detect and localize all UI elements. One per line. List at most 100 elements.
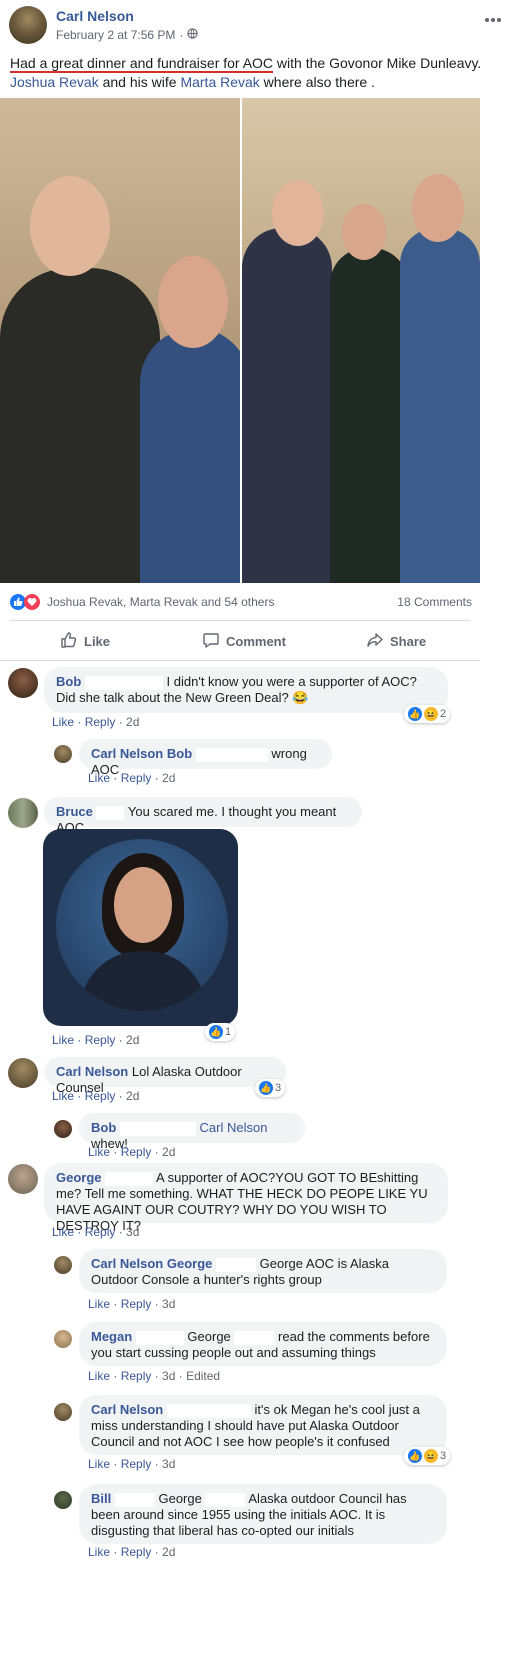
commenter-avatar[interactable] bbox=[54, 1491, 72, 1509]
commenter-name[interactable]: Bruce bbox=[56, 804, 93, 819]
comments-count[interactable]: 18 Comments bbox=[397, 595, 472, 609]
comment-reply-link[interactable]: Reply bbox=[121, 1145, 152, 1159]
comment-like-link[interactable]: Like bbox=[88, 1369, 110, 1383]
comment-actions: Like · Reply · 2d bbox=[52, 715, 140, 729]
comment-time[interactable]: 2d bbox=[162, 1545, 175, 1559]
commenter-name[interactable]: Carl Nelson bbox=[91, 1256, 163, 1271]
like-button[interactable]: Like bbox=[60, 631, 110, 652]
commenter-name[interactable]: Bob bbox=[56, 674, 81, 689]
comment-time[interactable]: 3d bbox=[162, 1369, 175, 1383]
post-author-avatar[interactable] bbox=[9, 6, 47, 44]
comment-bubble: Bill George Alaska outdoor Council has b… bbox=[79, 1484, 447, 1544]
comment-like-link[interactable]: Like bbox=[88, 1545, 110, 1559]
commenter-avatar[interactable] bbox=[54, 1256, 72, 1274]
commenter-avatar[interactable] bbox=[54, 745, 72, 763]
tag-marta-revak[interactable]: Marta Revak bbox=[180, 74, 259, 90]
comment-reply-link[interactable]: Reply bbox=[121, 1457, 152, 1471]
reaction-summary-text[interactable]: Joshua Revak, Marta Revak and 54 others bbox=[47, 595, 274, 609]
post-date[interactable]: February 2 at 7:56 PM bbox=[56, 28, 175, 42]
commenter-name[interactable]: Megan bbox=[91, 1329, 132, 1344]
comment-reaction-badge[interactable]: 👍 1 bbox=[205, 1023, 236, 1041]
comment-mention[interactable]: George bbox=[187, 1329, 230, 1344]
comment-like-link[interactable]: Like bbox=[88, 1145, 110, 1159]
comment-time[interactable]: 2d bbox=[126, 1033, 139, 1047]
comment-time[interactable]: 3d bbox=[162, 1457, 175, 1471]
comment-time[interactable]: 2d bbox=[162, 1145, 175, 1159]
comment-bubble: Bob Carl Nelson whew! bbox=[79, 1113, 305, 1151]
comment-mention[interactable]: Carl Nelson bbox=[200, 1120, 268, 1135]
comment-reply-link[interactable]: Reply bbox=[85, 715, 116, 729]
commenter-avatar[interactable] bbox=[8, 798, 38, 828]
comment-edited[interactable]: Edited bbox=[186, 1369, 220, 1383]
post-photo-left[interactable] bbox=[0, 98, 240, 583]
comment-like-link[interactable]: Like bbox=[88, 1457, 110, 1471]
commenter-name[interactable]: Carl Nelson bbox=[91, 1402, 163, 1417]
comment-actions: Like · Reply · 2d bbox=[52, 1089, 140, 1103]
post-author-name[interactable]: Carl Nelson bbox=[56, 8, 134, 24]
commenter-avatar[interactable] bbox=[8, 668, 38, 698]
comment-bubble: Carl Nelson it's ok Megan he's cool just… bbox=[79, 1395, 447, 1455]
photo-face-3 bbox=[272, 180, 324, 246]
comment-reaction-badge[interactable]: 👍 😆 3 bbox=[404, 1447, 451, 1465]
comment-time[interactable]: 3d bbox=[162, 1297, 175, 1311]
redacted-name bbox=[234, 1330, 275, 1345]
photo-person-4 bbox=[330, 248, 408, 583]
photo-face-1 bbox=[30, 176, 110, 276]
comment-like-link[interactable]: Like bbox=[52, 1225, 74, 1239]
redacted-name bbox=[114, 1492, 155, 1507]
commenter-name[interactable]: Bill bbox=[91, 1491, 111, 1506]
comment-reply-link[interactable]: Reply bbox=[85, 1225, 116, 1239]
commenter-avatar[interactable] bbox=[54, 1330, 72, 1348]
comment-icon bbox=[202, 631, 220, 652]
comment-time[interactable]: 2d bbox=[162, 771, 175, 785]
comment-like-link[interactable]: Like bbox=[52, 1033, 74, 1047]
commenter-avatar[interactable] bbox=[8, 1164, 38, 1194]
comment-time[interactable]: 2d bbox=[126, 715, 139, 729]
reaction-count: 2 bbox=[440, 708, 447, 720]
comment-like-link[interactable]: Like bbox=[88, 771, 110, 785]
commenter-name[interactable]: Carl Nelson bbox=[91, 746, 163, 761]
comment-actions: Like · Reply · 2d bbox=[88, 771, 176, 785]
comment-mention[interactable]: George bbox=[167, 1256, 213, 1271]
comment-like-link[interactable]: Like bbox=[52, 1089, 74, 1103]
comment-reply-link[interactable]: Reply bbox=[121, 1545, 152, 1559]
commenter-avatar[interactable] bbox=[54, 1403, 72, 1421]
comment-reaction-badge[interactable]: 👍 😆 2 bbox=[404, 705, 451, 723]
comment-reply-link[interactable]: Reply bbox=[85, 1089, 116, 1103]
more-options-icon[interactable] bbox=[484, 10, 502, 28]
redacted-name bbox=[195, 747, 268, 762]
comment-mention[interactable]: Bob bbox=[167, 746, 192, 761]
commenter-avatar[interactable] bbox=[8, 1058, 38, 1088]
image-body bbox=[80, 951, 206, 1011]
comment-mention[interactable]: George bbox=[158, 1491, 201, 1506]
post-text-part-3: where also there . bbox=[259, 74, 375, 90]
comment-like-link[interactable]: Like bbox=[88, 1297, 110, 1311]
commenter-name[interactable]: George bbox=[56, 1170, 102, 1185]
commenter-avatar[interactable] bbox=[54, 1120, 72, 1138]
reaction-icons[interactable] bbox=[10, 594, 40, 610]
image-face bbox=[114, 867, 172, 943]
comment-time[interactable]: 2d bbox=[126, 1089, 139, 1103]
comment-like-link[interactable]: Like bbox=[52, 715, 74, 729]
comment-reply-link[interactable]: Reply bbox=[85, 1033, 116, 1047]
redacted-name bbox=[135, 1330, 184, 1345]
comment-bubble: Carl Nelson George George AOC is Alaska … bbox=[79, 1249, 447, 1293]
comment-time[interactable]: 3d bbox=[126, 1225, 139, 1239]
commenter-name[interactable]: Carl Nelson bbox=[56, 1064, 128, 1079]
comment-button[interactable]: Comment bbox=[202, 631, 286, 652]
tag-joshua-revak[interactable]: Joshua Revak bbox=[10, 74, 99, 90]
post-meta-separator: · bbox=[179, 28, 184, 42]
comment-attached-image[interactable] bbox=[43, 829, 238, 1026]
photo-person-3 bbox=[242, 228, 332, 583]
like-reaction-icon: 👍 bbox=[259, 1081, 273, 1095]
photo-person-5 bbox=[400, 228, 480, 583]
reaction-count: 1 bbox=[225, 1026, 232, 1038]
comment-reply-link[interactable]: Reply bbox=[121, 1369, 152, 1383]
share-button-label: Share bbox=[390, 634, 427, 649]
comment-reply-link[interactable]: Reply bbox=[121, 771, 152, 785]
comment-reply-link[interactable]: Reply bbox=[121, 1297, 152, 1311]
comment-reaction-badge[interactable]: 👍 3 bbox=[255, 1079, 286, 1097]
share-button[interactable]: Share bbox=[366, 631, 426, 652]
post-photo-right[interactable] bbox=[242, 98, 480, 583]
commenter-name[interactable]: Bob bbox=[91, 1120, 116, 1135]
